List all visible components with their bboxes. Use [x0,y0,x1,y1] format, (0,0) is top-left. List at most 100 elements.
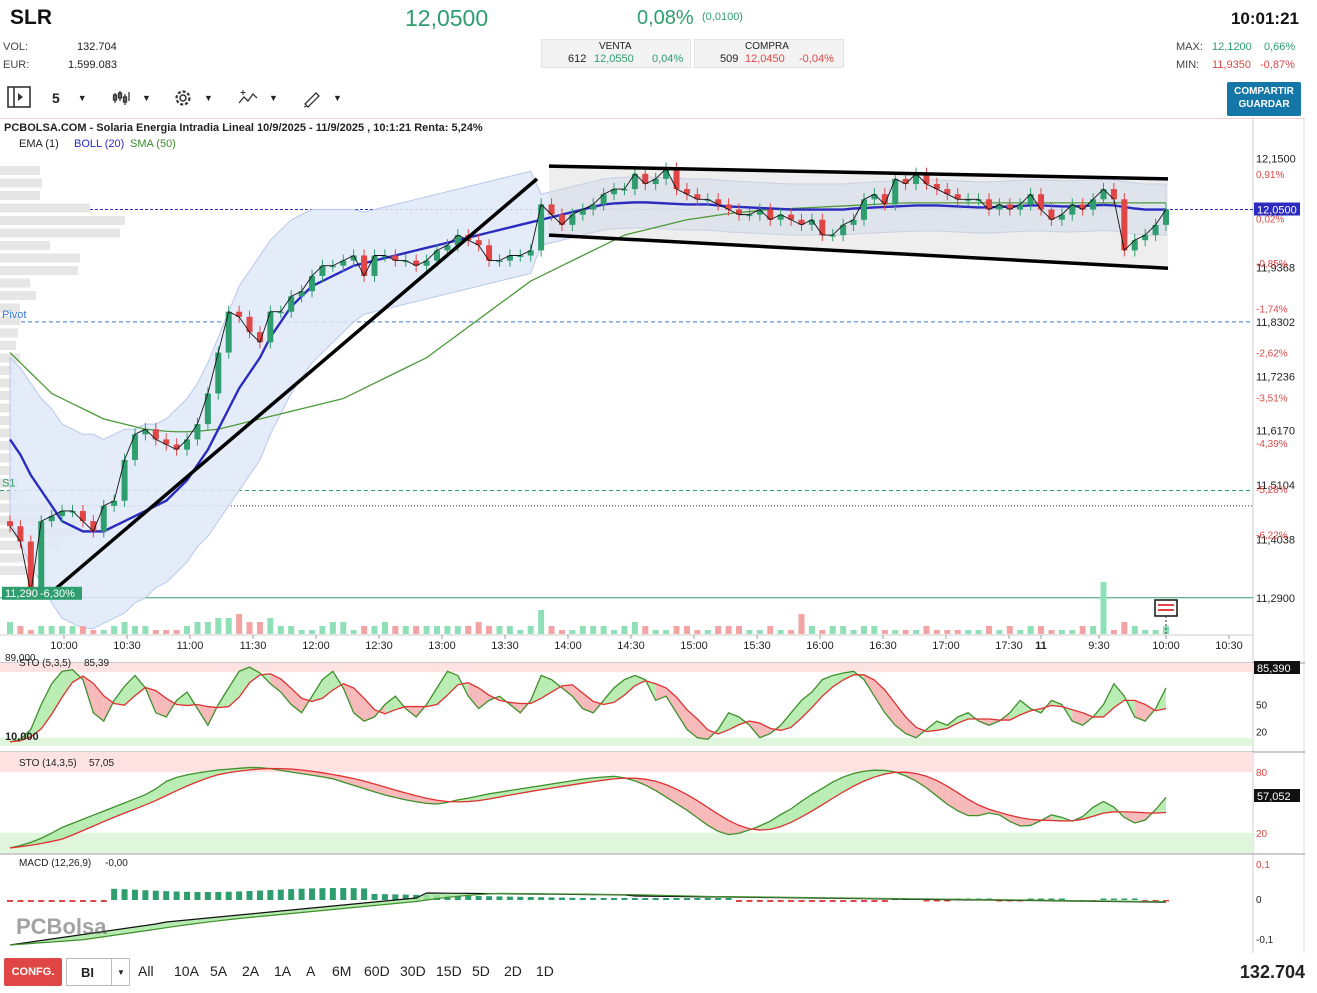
volume-bar [892,630,899,634]
x-tick-label: 12:30 [365,640,393,652]
macd-histogram-bar [788,900,795,902]
volume-bar [642,626,649,634]
y-pct-label: 0,91% [1256,170,1284,181]
macd-histogram-bar [131,889,138,900]
range-button-10a[interactable]: 10A [174,963,199,979]
candle-body [673,168,680,190]
settings-button[interactable]: ▼ [172,87,213,109]
volume-bar [79,626,86,634]
volume-bar [819,630,826,634]
volume-profile-bar [0,341,16,350]
range-button-15d[interactable]: 15D [436,963,462,979]
range-button-a[interactable]: A [306,963,315,979]
macd-histogram-bar [767,900,774,902]
range-button-30d[interactable]: 30D [400,963,426,979]
range-button-all[interactable]: All [138,963,154,979]
chevron-down-icon: ▼ [142,93,151,103]
range-button-2a[interactable]: 2A [242,963,259,979]
volume-bar [1038,626,1045,634]
volume-bar [163,630,170,634]
macd-histogram-bar [298,888,305,900]
macd-histogram-bar [538,897,545,900]
volume-bar [746,630,753,634]
macd-histogram-bar [933,900,940,902]
x-tick-label: 16:00 [806,640,834,652]
macd-histogram-bar [746,900,753,902]
volume-bar [465,626,472,634]
volume-bar [1121,622,1128,634]
chart-area[interactable]: 10:00 10:30 11:00 11:30 12:00 12:30 13:00 13:30… [0,118,1317,953]
macd-histogram-bar [194,891,201,900]
volume-bar [871,626,878,634]
range-button-6m[interactable]: 6M [332,963,351,979]
volume-bar [1027,626,1034,634]
volume-bar [725,626,732,634]
macd-histogram-bar [90,900,97,902]
volume-bar [402,626,409,634]
sell-price: 12,0550 [594,53,634,65]
pencil-icon [303,92,320,108]
x-tick-label: 11:00 [177,640,204,652]
sto2-badge-value: 57,052 [1257,791,1291,803]
volume-profile-bar [0,191,40,200]
macd-histogram-bar [1121,898,1128,900]
volume-bar [996,630,1003,634]
share-save-button[interactable]: COMPARTIR GUARDAR [1227,82,1301,116]
max-label: MAX: [1176,41,1203,53]
panel-toggle-button[interactable] [6,86,32,108]
gear-icon [175,90,191,106]
y-pct-label: -6,22% [1256,531,1288,542]
volume-bar [694,630,701,634]
y-tick-label: 11,2900 [1256,593,1295,605]
macd-histogram-bar [27,900,34,902]
volume-bar [600,626,607,634]
range-button-60d[interactable]: 60D [364,963,390,979]
macd-histogram-bar [819,900,826,902]
macd-histogram-bar [881,900,888,902]
chevron-down-icon: ▼ [111,959,130,985]
watermark-logo: PCBolsa [16,914,107,939]
x-tick-label: 12:00 [302,640,330,652]
range-button-5a[interactable]: 5A [210,963,227,979]
mode-select[interactable]: BI ▼ [66,958,130,986]
volume-profile-bar [0,253,80,263]
volume-bar [663,630,670,634]
volume-bar [506,626,513,634]
macd-histogram-bar [642,898,649,900]
range-button-1a[interactable]: 1A [274,963,291,979]
range-button-2d[interactable]: 2D [504,963,522,979]
volume-bar [131,626,138,634]
volume-bar [340,622,347,634]
sma-label: SMA (50) [130,138,176,150]
indicator-line-icon [238,90,258,104]
volume-bar [204,622,211,634]
interval-select[interactable]: 5 ▼ [52,87,87,109]
x-tick-label: 15:00 [680,640,708,652]
indicators-button[interactable]: ▼ [237,87,278,109]
buy-label: COMPRA [745,41,789,52]
range-button-5d[interactable]: 5D [472,963,490,979]
candlestick-icon [112,91,130,105]
change-absolute: (0,0100) [702,11,743,23]
y-tick-label: 11,7236 [1256,371,1295,383]
change-percent: 0,08% [637,7,694,29]
drawing-tools-button[interactable]: ▼ [301,87,342,109]
y-pct-label: -5,28% [1256,485,1288,496]
volume-bar [715,626,722,634]
range-button-1d[interactable]: 1D [536,963,554,979]
volume-bar [38,626,45,634]
panel-toggle-icon [7,86,31,108]
sto2-label: STO (14,3,5) [19,758,77,769]
macd-histogram-bar [621,898,628,900]
volume-bar [267,618,274,634]
config-button[interactable]: CONFG. [4,958,62,986]
candle-body [131,434,138,460]
x-tick-label: 13:00 [428,640,456,652]
macd-histogram-bar [517,896,524,900]
chart-type-button[interactable]: ▼ [112,87,151,109]
volume-bar [433,626,440,634]
macd-histogram-bar [683,898,690,900]
chevron-down-icon: ▼ [333,93,342,103]
macd-histogram-bar [267,890,274,900]
x-tick-label: 15:30 [743,640,771,652]
